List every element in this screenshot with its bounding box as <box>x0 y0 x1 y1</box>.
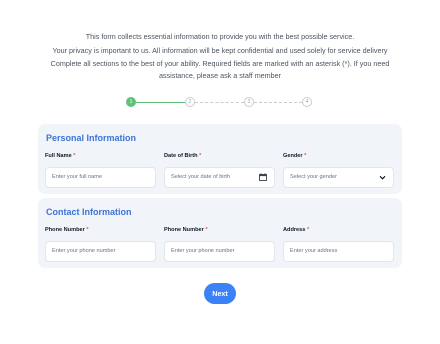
address-input[interactable]: Enter your address <box>283 241 394 262</box>
date-of-birth-input[interactable]: Select your date of birth <box>164 167 275 188</box>
gender-select[interactable]: Select your gender <box>283 167 394 188</box>
field-label: Phone Number * <box>45 227 89 233</box>
personal-information-section: Personal Information Full Name * Enter y… <box>38 124 402 194</box>
step-3[interactable]: 3 <box>244 97 254 107</box>
intro-line: assistance, please ask a staff member <box>158 70 282 80</box>
progress-stepper: 1 2 3 4 <box>126 97 316 109</box>
phone-number-field: Phone Number * Enter your phone number <box>45 227 156 262</box>
intro-line: Complete all sections to the best of you… <box>50 59 390 69</box>
field-label: Phone Number * <box>164 227 208 233</box>
section-title: Personal Information <box>46 133 137 143</box>
contact-information-section: Contact Information Phone Number * Enter… <box>38 198 402 268</box>
step-1[interactable]: 1 <box>126 97 136 107</box>
chevron-down-icon <box>379 168 386 187</box>
step-connector <box>195 102 244 103</box>
phone-number-input[interactable]: Enter your phone number <box>164 241 275 262</box>
phone-number-field: Phone Number * Enter your phone number <box>164 227 275 262</box>
full-name-field: Full Name * Enter your full name <box>45 153 156 188</box>
date-of-birth-field: Date of Birth * Select your date of birt… <box>164 153 275 188</box>
field-label: Full Name * <box>45 153 76 159</box>
step-4[interactable]: 4 <box>302 97 312 107</box>
field-label: Gender * <box>283 153 307 159</box>
address-field: Address * Enter your address <box>283 227 394 262</box>
step-2[interactable]: 2 <box>185 97 195 107</box>
calendar-icon[interactable] <box>259 168 267 187</box>
field-label: Date of Birth * <box>164 153 202 159</box>
full-name-input[interactable]: Enter your full name <box>45 167 156 188</box>
step-connector <box>136 102 185 103</box>
field-label: Address * <box>283 227 310 233</box>
intro-text: This form collects essential information… <box>0 31 440 81</box>
gender-field: Gender * Select your gender <box>283 153 394 188</box>
intro-line: Your privacy is important to us. All inf… <box>52 45 388 55</box>
section-title: Contact Information <box>46 207 132 217</box>
step-connector <box>254 102 302 103</box>
intro-line: This form collects essential information… <box>85 32 355 41</box>
next-button[interactable]: Next <box>204 283 236 304</box>
phone-number-input[interactable]: Enter your phone number <box>45 241 156 262</box>
